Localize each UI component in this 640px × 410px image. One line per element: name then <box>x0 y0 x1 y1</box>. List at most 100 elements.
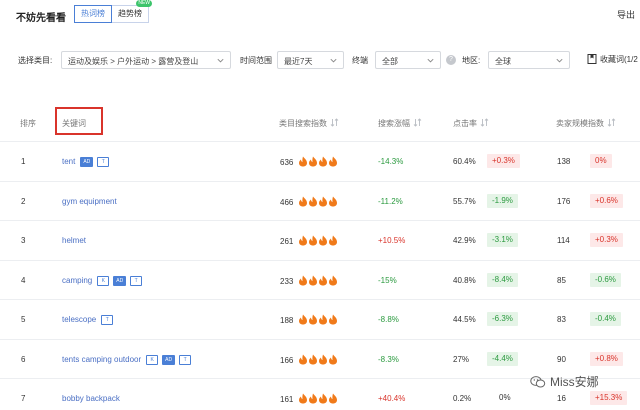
seller-change-badge: +15.3% <box>590 391 628 405</box>
keyword-link[interactable]: tents camping outdoor <box>62 355 141 364</box>
top-bar: 不妨先看看 热词榜 趋势榜 NEW 导出 <box>0 0 640 28</box>
flame-icon <box>329 393 338 404</box>
keyword-cell: bobby backpack <box>62 394 120 403</box>
device-label: 终端 <box>352 56 368 65</box>
search-index-cell: 233 <box>280 275 338 288</box>
favorites-label: 收藏词(1/2 <box>600 55 638 64</box>
time-range-select[interactable]: 最近7天 <box>277 51 344 69</box>
seller-change-badge: +0.3% <box>590 233 623 247</box>
ctr-cell: 44.5% <box>453 315 476 324</box>
filter-bar: 选择类目: 运动及娱乐 > 户外运动 > 露营及登山 时间范围 最近7天 终端 … <box>0 49 640 71</box>
flame-icon <box>319 314 328 325</box>
keyword-highlight-box <box>55 107 103 135</box>
export-button[interactable]: 导出 <box>617 8 635 21</box>
sort-icon <box>607 118 616 127</box>
heat-flames <box>298 196 338 209</box>
ctr-change-badge: 0% <box>499 393 511 402</box>
device-select[interactable]: 全部 <box>375 51 441 69</box>
category-select[interactable]: 运动及娱乐 > 户外运动 > 露营及登山 <box>61 51 231 69</box>
keyword-tag: K <box>97 275 110 286</box>
search-index-value: 166 <box>280 355 294 365</box>
search-index-cell: 161 <box>280 393 338 406</box>
ctr-cell: 42.9% <box>453 236 476 245</box>
keyword-link[interactable]: telescope <box>62 315 96 324</box>
keyword-tags: K AD T <box>146 354 195 365</box>
rank-cell: 5 <box>21 315 26 324</box>
header-ctr[interactable]: 点击率 <box>453 118 489 129</box>
header-search-index[interactable]: 类目搜索指数 <box>279 118 339 129</box>
search-index-value: 188 <box>280 316 294 325</box>
seller-change-badge: -0.6% <box>590 272 621 287</box>
flame-icon <box>299 196 308 206</box>
seller-index-cell: 176 <box>557 196 571 206</box>
flame-icon <box>309 275 318 285</box>
tab-trends[interactable]: 趋势榜 NEW <box>112 0 152 23</box>
bookmark-icon <box>587 54 597 64</box>
chevron-down-icon <box>427 58 434 63</box>
favorites-button[interactable]: 收藏词(1/2 <box>587 54 638 65</box>
keyword-link[interactable]: camping <box>62 276 92 285</box>
search-growth-cell: -8.8% <box>378 315 399 324</box>
flame-icon <box>319 393 328 404</box>
category-label: 选择类目: <box>18 56 53 65</box>
header-rank: 排序 <box>20 119 36 128</box>
table-row[interactable]: 2 gym equipment 466 -11.2% 55.7% -1.9% 176 +0.6… <box>0 182 640 221</box>
header-ctr-label: 点击率 <box>453 119 477 128</box>
header-search-growth-label: 搜索涨幅 <box>378 119 410 128</box>
seller-change-badge: +0.8% <box>590 351 623 366</box>
table-row[interactable]: 1 tent AD T 636 -14.3% 60.4% +0.3% 138 0% <box>0 142 640 182</box>
help-icon[interactable]: ? <box>446 55 456 65</box>
flame-icon <box>319 156 328 167</box>
keyword-cell: tents camping outdoor K AD T <box>62 354 195 365</box>
search-growth-cell: +40.4% <box>378 394 406 403</box>
keyword-tag: T <box>101 315 114 325</box>
table-header: 排序 关键词 类目搜索指数 搜索涨幅 点击率 卖家规模指数 <box>0 102 640 142</box>
table-row[interactable]: 3 helmet 261 +10.5% 42.9% -3.1% 114 +0.3% <box>0 221 640 261</box>
flame-icon <box>329 354 338 364</box>
seller-index-cell: 138 <box>557 157 571 166</box>
keyword-link[interactable]: tent <box>62 157 75 166</box>
keyword-tag: T <box>179 354 192 365</box>
tab-trends-label: 趋势榜 <box>118 9 142 18</box>
flame-icon <box>319 196 328 206</box>
flame-icon <box>309 354 318 364</box>
header-seller-index[interactable]: 卖家规模指数 <box>556 118 616 129</box>
search-index-cell: 261 <box>280 235 338 248</box>
rank-cell: 4 <box>21 275 26 285</box>
keyword-tag: AD <box>80 157 94 167</box>
keyword-link[interactable]: bobby backpack <box>62 394 120 403</box>
header-search-growth[interactable]: 搜索涨幅 <box>378 118 422 129</box>
seller-index-cell: 90 <box>557 354 566 364</box>
region-select[interactable]: 全球 <box>488 51 570 69</box>
chevron-down-icon <box>556 58 563 63</box>
search-index-value: 261 <box>280 237 294 246</box>
keyword-link[interactable]: gym equipment <box>62 197 117 206</box>
flame-icon <box>329 156 338 167</box>
new-badge: NEW <box>136 0 152 7</box>
sort-icon <box>330 118 339 127</box>
search-index-cell: 188 <box>280 314 338 327</box>
sort-icon <box>480 118 489 127</box>
table-row[interactable]: 4 camping K AD T 233 -15% 40.8% -8.4% 85 -0.6% <box>0 261 640 300</box>
header-seller-index-label: 卖家规模指数 <box>556 119 604 128</box>
keyword-tag: AD <box>162 354 176 365</box>
flame-icon <box>299 156 308 167</box>
search-index-value: 161 <box>280 395 294 404</box>
region-value: 全球 <box>495 57 511 66</box>
table-row[interactable]: 5 telescope T 188 -8.8% 44.5% -6.3% 83 -0.4% <box>0 300 640 340</box>
search-index-cell: 466 <box>280 196 338 209</box>
sort-icon <box>413 118 422 127</box>
search-index-value: 636 <box>280 158 294 167</box>
time-range-value: 最近7天 <box>284 57 313 66</box>
keyword-cell: camping K AD T <box>62 275 146 286</box>
keyword-table: 排序 关键词 类目搜索指数 搜索涨幅 点击率 卖家规模指数 1 tent AD T 63… <box>0 102 640 410</box>
keyword-cell: helmet <box>62 236 86 245</box>
keyword-tag: K <box>146 354 159 365</box>
keyword-link[interactable]: helmet <box>62 236 86 245</box>
category-value: 运动及娱乐 > 户外运动 > 露营及登山 <box>68 57 199 66</box>
rank-cell: 2 <box>21 196 26 206</box>
search-index-value: 233 <box>280 276 294 286</box>
tab-hot-words[interactable]: 热词榜 <box>74 5 112 23</box>
ctr-change-badge: -6.3% <box>487 312 518 326</box>
ctr-cell: 0.2% <box>453 394 472 403</box>
